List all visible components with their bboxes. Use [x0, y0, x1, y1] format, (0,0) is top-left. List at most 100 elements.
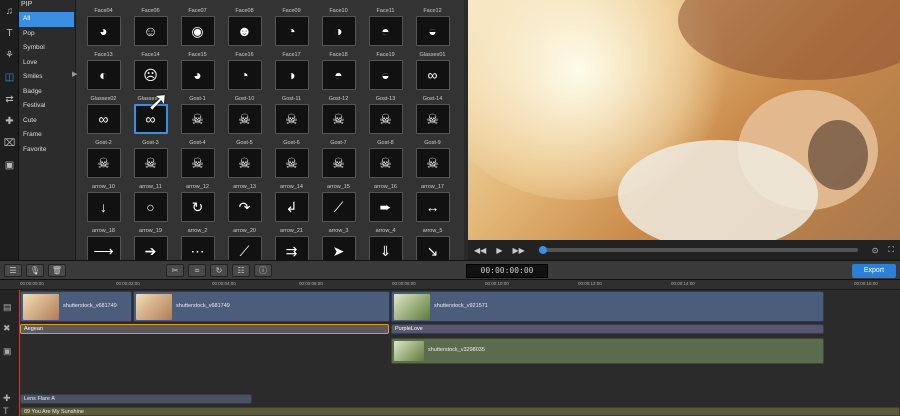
sticker-item[interactable]: arrow_4 ⇓ — [362, 228, 409, 260]
music-icon[interactable]: ♫ — [0, 0, 19, 22]
sticker-thumbnail[interactable]: ∞ — [86, 104, 121, 134]
sticker-item[interactable]: arrow_11 ○ — [127, 184, 174, 228]
microphone-icon[interactable]: 🎙 — [26, 264, 44, 277]
snapshot-icon[interactable]: ⊙ — [872, 246, 879, 255]
adjust-icon[interactable]: ☷ — [232, 264, 250, 277]
sticker-item[interactable]: arrow_20 ⟋ — [221, 228, 268, 260]
sticker-thumbnail[interactable]: ◔ — [227, 60, 262, 90]
sticker-thumbnail[interactable]: ⟶ — [86, 236, 121, 260]
transition-clip[interactable]: PurpleLove — [391, 324, 824, 334]
sticker-item[interactable]: Gost-11 ☠ — [268, 96, 315, 140]
element-icon[interactable]: ✚ — [0, 110, 19, 132]
video-clip[interactable]: shutterstock_v681749 — [20, 291, 132, 322]
transition-clip[interactable]: Aegean — [20, 324, 389, 334]
clapper-icon[interactable]: ⌧ — [0, 132, 19, 154]
sticker-item[interactable]: Face04 ◕ — [80, 8, 127, 52]
sticker-thumbnail[interactable]: ☠ — [274, 148, 309, 178]
category-badge[interactable]: Badge — [19, 85, 74, 100]
progress-knob[interactable] — [538, 246, 547, 254]
sticker-item[interactable]: Gost-8 ☠ — [362, 140, 409, 184]
sticker-item[interactable]: Face06 ☺ — [127, 8, 174, 52]
sticker-thumbnail[interactable]: ☻ — [227, 16, 262, 46]
sticker-thumbnail[interactable]: ☠ — [227, 148, 262, 178]
sticker-thumbnail[interactable]: ◓ — [321, 60, 356, 90]
sticker-item[interactable]: Face16 ◔ — [221, 52, 268, 96]
sticker-thumbnail[interactable]: ◕ — [86, 16, 121, 46]
sticker-item[interactable]: Gost-14 ☠ — [409, 96, 456, 140]
sticker-thumbnail[interactable]: ⇉ — [274, 236, 309, 260]
sticker-thumbnail[interactable]: ☠ — [133, 148, 168, 178]
sticker-thumbnail[interactable]: ➔ — [133, 236, 168, 260]
sticker-item[interactable]: arrow_17 ↔ — [409, 184, 456, 228]
sticker-thumbnail[interactable]: ○ — [133, 192, 168, 222]
sticker-thumbnail[interactable]: ➤ — [321, 236, 356, 260]
sticker-item[interactable]: Gost-2 ☠ — [80, 140, 127, 184]
sticker-thumbnail[interactable]: ➨ — [368, 192, 403, 222]
effect-clip[interactable]: Lens Flare A — [20, 394, 252, 404]
rotate-icon[interactable]: ↻ — [210, 264, 228, 277]
sticker-item[interactable]: Face09 ◔ — [268, 8, 315, 52]
sticker-item[interactable]: Face15 ◕ — [174, 52, 221, 96]
category-love[interactable]: Love — [19, 56, 74, 71]
sticker-item[interactable]: Gost-7 ☠ — [315, 140, 362, 184]
sticker-thumbnail[interactable]: ∞ — [415, 60, 450, 90]
sticker-thumbnail[interactable]: ↷ — [227, 192, 262, 222]
sticker-item[interactable]: Face17 ◑ — [268, 52, 315, 96]
sticker-thumbnail[interactable]: ☠ — [180, 148, 215, 178]
sticker-thumbnail[interactable]: ☠ — [415, 148, 450, 178]
sticker-item[interactable]: Gost-10 ☠ — [221, 96, 268, 140]
sticker-thumbnail[interactable]: ◒ — [368, 60, 403, 90]
sticker-item[interactable]: Face08 ☻ — [221, 8, 268, 52]
crop-icon[interactable]: ⌗ — [188, 264, 206, 277]
sticker-thumbnail[interactable]: ◕ — [180, 60, 215, 90]
sticker-item[interactable]: Face13 ◐ — [80, 52, 127, 96]
sticker-item[interactable]: Gost-4 ☠ — [174, 140, 221, 184]
sticker-item[interactable]: Face10 ◑ — [315, 8, 362, 52]
sticker-item[interactable]: arrow_2 ⋯ — [174, 228, 221, 260]
sticker-item[interactable]: Gost-9 ☠ — [409, 140, 456, 184]
overlay-icon[interactable]: ◫ — [0, 66, 19, 88]
category-favorite[interactable]: Favorite — [19, 143, 74, 158]
sticker-item[interactable]: Gost-13 ☠ — [362, 96, 409, 140]
sticker-thumbnail[interactable]: ↻ — [180, 192, 215, 222]
playhead[interactable] — [19, 290, 20, 416]
sticker-item[interactable]: Face11 ◓ — [362, 8, 409, 52]
sticker-item[interactable]: Face07 ◉ — [174, 8, 221, 52]
category-festival[interactable]: Festival — [19, 99, 74, 114]
sticker-item[interactable]: arrow_16 ➨ — [362, 184, 409, 228]
sticker-item[interactable]: Glasses02 ∞ — [80, 96, 127, 140]
category-smiles[interactable]: Smiles — [19, 70, 74, 85]
sticker-thumbnail[interactable]: ☺ — [133, 16, 168, 46]
sticker-item[interactable]: arrow_14 ↲ — [268, 184, 315, 228]
sticker-thumbnail[interactable]: ☠ — [86, 148, 121, 178]
sticker-thumbnail[interactable]: ⋯ — [180, 236, 215, 260]
sticker-thumbnail[interactable]: ↘ — [415, 236, 450, 260]
sticker-thumbnail[interactable]: ☠ — [321, 104, 356, 134]
collapse-arrow-icon[interactable]: ▶ — [72, 70, 77, 78]
sticker-item[interactable]: arrow_12 ↻ — [174, 184, 221, 228]
sticker-thumbnail[interactable]: ◑ — [321, 16, 356, 46]
sticker-thumbnail[interactable]: ☠ — [274, 104, 309, 134]
sticker-thumbnail[interactable]: ◓ — [368, 16, 403, 46]
sticker-item[interactable]: arrow_10 ↓ — [80, 184, 127, 228]
sticker-item[interactable]: arrow_13 ↷ — [221, 184, 268, 228]
sticker-item[interactable]: arrow_19 ➔ — [127, 228, 174, 260]
sticker-item[interactable]: arrow_3 ➤ — [315, 228, 362, 260]
rewind-icon[interactable]: ◀◀ — [474, 246, 486, 255]
sticker-item[interactable]: Gost-6 ☠ — [268, 140, 315, 184]
sticker-item[interactable]: Face12 ◒ — [409, 8, 456, 52]
sticker-item[interactable]: Gost-12 ☠ — [315, 96, 362, 140]
sticker-thumbnail[interactable]: ⟋ — [321, 192, 356, 222]
category-cute[interactable]: Cute — [19, 114, 74, 129]
video-clip[interactable]: shutterstock_v921571 — [391, 291, 824, 322]
info-icon[interactable]: ⓘ — [254, 264, 272, 277]
sticker-thumbnail[interactable]: ☠ — [321, 148, 356, 178]
cut-icon[interactable]: ✂ — [166, 264, 184, 277]
sticker-item[interactable]: Gost-1 ☠ — [174, 96, 221, 140]
track-manager-icon[interactable]: ☰ — [4, 264, 22, 277]
split-icon[interactable]: ▣ — [0, 154, 19, 176]
sticker-item[interactable]: Face14 ☹ — [127, 52, 174, 96]
fullscreen-icon[interactable]: ⛶ — [888, 245, 894, 255]
sticker-thumbnail[interactable]: ☠ — [368, 104, 403, 134]
category-frame[interactable]: Frame — [19, 128, 74, 143]
